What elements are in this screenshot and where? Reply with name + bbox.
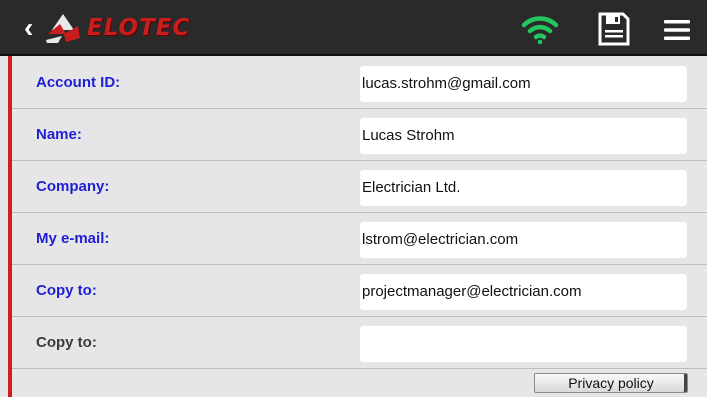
name-field[interactable]: Lucas Strohm <box>360 118 687 154</box>
form-row-copy-to-1: Copy to: projectmanager@electrician.com <box>12 265 707 317</box>
company-field[interactable]: Electrician Ltd. <box>360 170 687 206</box>
name-label: Name: <box>36 126 82 143</box>
copy-to-label: Copy to: <box>36 334 97 351</box>
copy-to-field[interactable]: projectmanager@electrician.com <box>360 274 687 310</box>
brand-logo-text: ELOTEC <box>87 15 191 41</box>
company-label: Company: <box>36 178 110 195</box>
hamburger-menu-icon[interactable] <box>664 20 690 40</box>
form-row-copy-to-2: Copy to: <box>12 317 707 369</box>
copy-to-label: Copy to: <box>36 282 97 299</box>
copy-to-field-empty[interactable] <box>360 326 687 362</box>
save-disk-icon[interactable] <box>598 12 630 46</box>
form-row-company: Company: Electrician Ltd. <box>12 161 707 213</box>
elotec-logo-icon <box>46 14 80 43</box>
top-bar: ‹ ELOTEC <box>0 0 707 56</box>
privacy-policy-button[interactable]: Privacy policy <box>534 373 688 393</box>
wifi-icon <box>521 16 559 45</box>
account-id-label: Account ID: <box>36 74 121 91</box>
account-id-field[interactable]: lucas.strohm@gmail.com <box>360 66 687 102</box>
my-email-field[interactable]: lstrom@electrician.com <box>360 222 687 258</box>
form-row-name: Name: Lucas Strohm <box>12 109 707 161</box>
form-row-account-id: Account ID: lucas.strohm@gmail.com <box>12 57 707 109</box>
my-email-label: My e-mail: <box>36 230 110 247</box>
form-row-my-email: My e-mail: lstrom@electrician.com <box>12 213 707 265</box>
back-chevron-icon[interactable]: ‹ <box>24 14 44 42</box>
